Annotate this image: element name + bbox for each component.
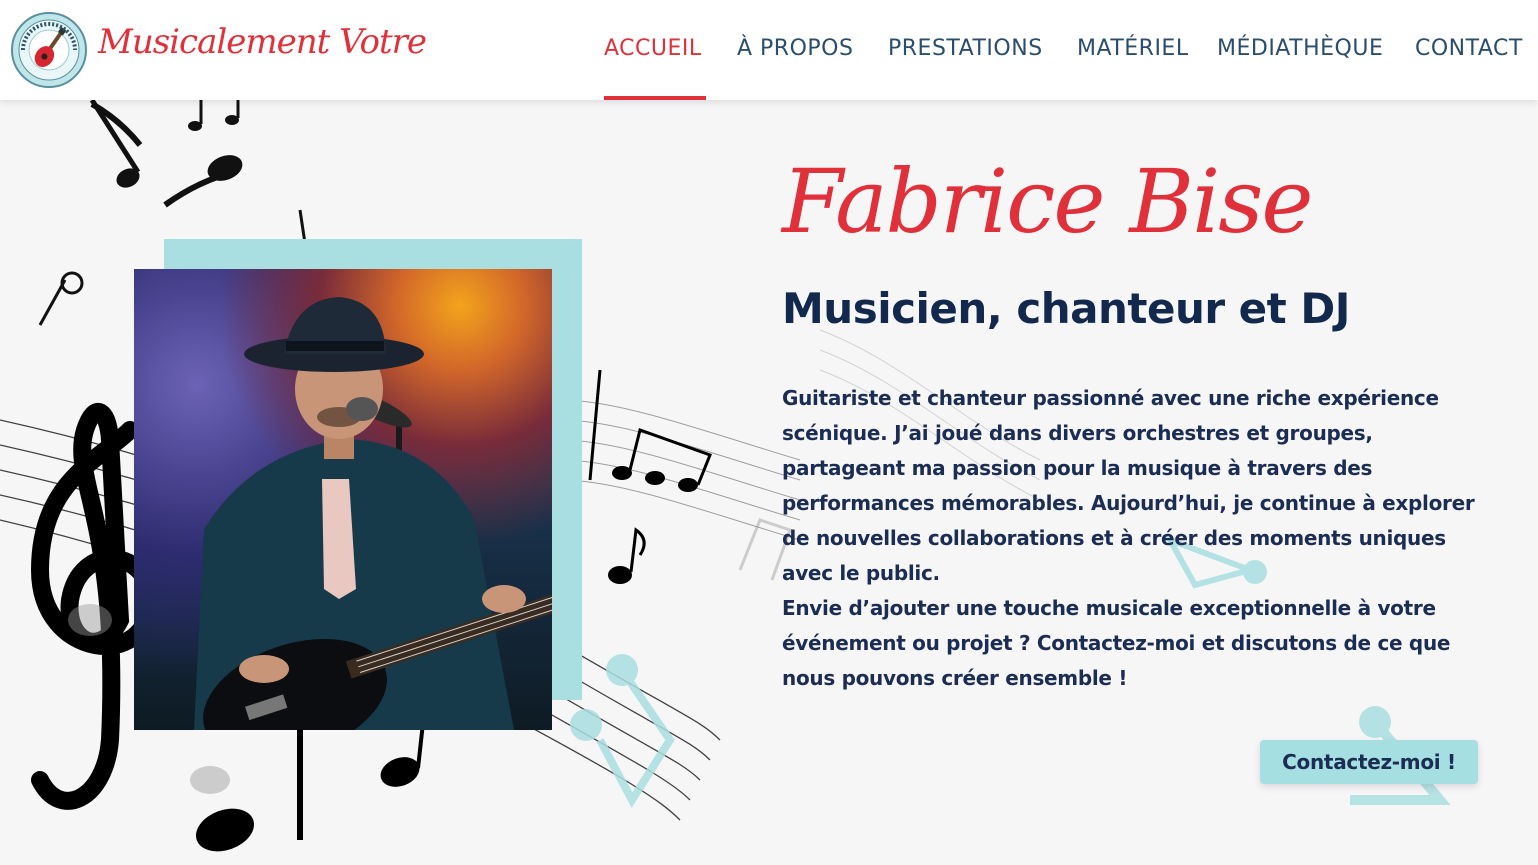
nav-item-accueil[interactable]: ACCUEIL [604,36,702,61]
contact-button[interactable]: Contactez-moi ! [1260,740,1478,784]
nav-item-contact[interactable]: CONTACT [1415,36,1523,61]
brand-name[interactable]: Musicalement Votre [98,22,427,62]
nav-item-materiel[interactable]: MATÉRIEL [1077,36,1189,61]
musician-photo [134,269,552,730]
artist-name: Fabrice Bise [782,150,1313,253]
active-nav-indicator [604,96,706,100]
site-header: Musicalement Votre ACCUEIL À PROPOS PRES… [0,0,1538,100]
artist-bio: Guitariste et chanteur passionné avec un… [782,381,1482,696]
bio-paragraph: Envie d’ajouter une touche musicale exce… [782,596,1451,690]
bio-paragraph: Guitariste et chanteur passionné avec un… [782,386,1475,585]
guitar-logo-icon [18,19,80,81]
nav-item-a-propos[interactable]: À PROPOS [737,36,853,61]
artist-subtitle: Musicien, chanteur et DJ [782,284,1350,333]
nav-item-prestations[interactable]: PRESTATIONS [888,36,1043,61]
logo-badge[interactable] [11,12,87,88]
nav-item-mediatheque[interactable]: MÉDIATHÈQUE [1217,36,1383,61]
